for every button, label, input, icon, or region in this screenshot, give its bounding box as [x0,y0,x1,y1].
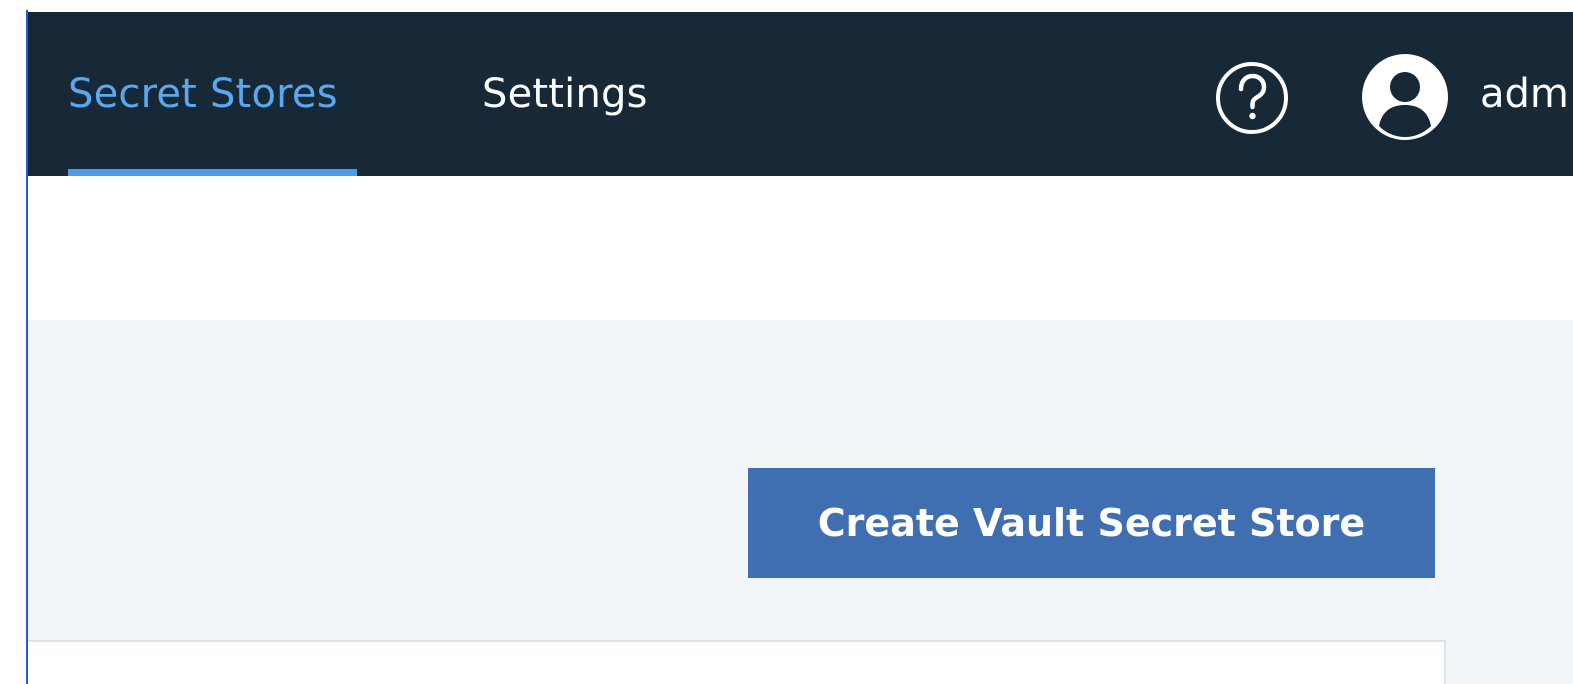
secret-stores-table [28,640,1446,684]
user-name-label[interactable]: adm [1480,12,1569,176]
top-navigation-bar: Secret Stores Settings adm [28,12,1573,176]
top-margin [0,0,1573,12]
tab-settings[interactable]: Settings [482,12,648,176]
create-vault-secret-store-button[interactable]: Create Vault Secret Store [748,468,1435,578]
tab-secret-stores[interactable]: Secret Stores [68,12,338,176]
active-tab-indicator [68,169,357,176]
page-subheader [28,176,1573,320]
app-window: Secret Stores Settings adm Create Vault … [0,0,1573,684]
main-content: Create Vault Secret Store [28,320,1573,684]
question-circle-icon[interactable] [1214,60,1290,136]
window-edge [26,10,28,684]
user-avatar-icon[interactable] [1360,52,1450,142]
